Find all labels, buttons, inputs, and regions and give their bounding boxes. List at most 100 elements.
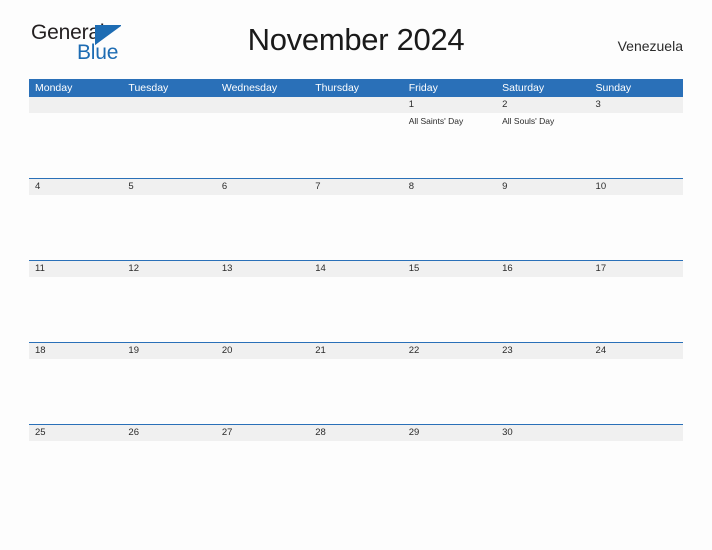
day-number[interactable]: 8 [403, 179, 496, 195]
week-event-band [29, 277, 683, 342]
day-number[interactable]: 13 [216, 261, 309, 277]
day-cell[interactable] [403, 441, 496, 506]
day-number [216, 97, 309, 113]
holiday-label: All Souls' Day [502, 116, 555, 126]
day-cell[interactable]: All Souls' Day [496, 113, 589, 178]
day-number[interactable]: 9 [496, 179, 589, 195]
week-event-band [29, 441, 683, 506]
day-cell [590, 441, 683, 506]
day-cell[interactable] [309, 359, 402, 424]
day-cell[interactable] [29, 359, 122, 424]
day-number[interactable]: 20 [216, 343, 309, 359]
day-number[interactable]: 11 [29, 261, 122, 277]
region-label: Venezuela [617, 38, 683, 54]
day-cell[interactable] [496, 441, 589, 506]
day-number[interactable]: 17 [590, 261, 683, 277]
day-number[interactable]: 10 [590, 179, 683, 195]
day-number[interactable]: 23 [496, 343, 589, 359]
day-number[interactable]: 1 [403, 97, 496, 113]
day-cell[interactable] [216, 277, 309, 342]
week-event-band [29, 359, 683, 424]
day-cell[interactable] [309, 441, 402, 506]
weekday-thursday: Thursday [315, 82, 360, 94]
day-cell[interactable] [216, 441, 309, 506]
day-number[interactable]: 29 [403, 425, 496, 441]
holiday-label: All Saints' Day [408, 116, 464, 126]
week-date-band: 123 [29, 97, 683, 113]
day-number[interactable]: 30 [496, 425, 589, 441]
week-date-band: 4 5 6 7 8 9 10 [29, 179, 683, 195]
day-cell[interactable] [590, 359, 683, 424]
page-title: November 2024 [247, 22, 465, 57]
week-event-band [29, 195, 683, 260]
day-number [309, 97, 402, 113]
weekday-friday: Friday [408, 82, 438, 94]
day-number[interactable]: 26 [122, 425, 215, 441]
day-cell[interactable] [122, 277, 215, 342]
day-number[interactable]: 6 [216, 179, 309, 195]
day-cell[interactable]: All Saints' Day [403, 113, 496, 178]
calendar-week-row: 18 19 20 21 22 23 24 [29, 342, 683, 424]
day-cell[interactable] [496, 195, 589, 260]
calendar-week-row: 11 12 13 14 15 16 17 [29, 260, 683, 342]
day-number[interactable]: 27 [216, 425, 309, 441]
day-number[interactable]: 18 [29, 343, 122, 359]
day-number[interactable]: 19 [122, 343, 215, 359]
day-cell[interactable] [29, 277, 122, 342]
day-number[interactable]: 28 [309, 425, 402, 441]
week-date-band: 18 19 20 21 22 23 24 [29, 343, 683, 359]
day-number[interactable]: 14 [309, 261, 402, 277]
day-cell[interactable] [590, 195, 683, 260]
day-number[interactable]: 25 [29, 425, 122, 441]
page-header: General Blue November 2024 Venezuela [29, 0, 683, 63]
calendar-grid: Monday Tuesday Wednesday Thursday Friday… [29, 79, 683, 506]
weekday-tuesday: Tuesday [128, 82, 169, 94]
week-event-band: All Saints' Day All Souls' Day [29, 113, 683, 178]
week-date-band: 11 12 13 14 15 16 17 [29, 261, 683, 277]
day-cell[interactable] [403, 195, 496, 260]
day-number[interactable]: 24 [590, 343, 683, 359]
day-cell [216, 113, 309, 178]
day-cell [309, 113, 402, 178]
day-number[interactable]: 3 [590, 97, 683, 113]
day-cell [122, 113, 215, 178]
day-number[interactable]: 7 [309, 179, 402, 195]
day-cell [29, 113, 122, 178]
day-number [590, 425, 683, 441]
weekday-monday: Monday [35, 82, 73, 94]
day-number[interactable]: 22 [403, 343, 496, 359]
day-cell[interactable] [122, 195, 215, 260]
day-cell[interactable] [496, 277, 589, 342]
calendar-week-row: 25 26 27 28 29 30 [29, 424, 683, 506]
day-cell[interactable] [309, 195, 402, 260]
day-cell[interactable] [122, 359, 215, 424]
day-cell[interactable] [216, 359, 309, 424]
calendar-week-row: 4 5 6 7 8 9 10 [29, 178, 683, 260]
day-number [29, 97, 122, 113]
day-number[interactable]: 2 [496, 97, 589, 113]
day-number[interactable]: 4 [29, 179, 122, 195]
day-cell[interactable] [403, 277, 496, 342]
day-cell[interactable] [122, 441, 215, 506]
weekday-wednesday: Wednesday [221, 82, 278, 94]
weekday-sunday: Sunday [595, 82, 632, 94]
week-date-band: 25 26 27 28 29 30 [29, 425, 683, 441]
day-cell[interactable] [29, 441, 122, 506]
day-number [122, 97, 215, 113]
calendar-weeks: 1 2 3 All Saints' Day All Souls' Day 4 5 6 7 8 9 10… [29, 97, 683, 506]
day-cell[interactable] [403, 359, 496, 424]
calendar-page: General Blue November 2024 Venezuela Mon… [0, 0, 712, 550]
day-cell[interactable] [496, 359, 589, 424]
day-number[interactable]: 5 [122, 179, 215, 195]
day-number[interactable]: 15 [403, 261, 496, 277]
day-number[interactable]: 16 [496, 261, 589, 277]
weekday-saturday: Saturday [502, 82, 545, 94]
day-cell[interactable] [590, 113, 683, 178]
day-cell[interactable] [309, 277, 402, 342]
day-number[interactable]: 21 [309, 343, 402, 359]
day-cell[interactable] [216, 195, 309, 260]
day-cell[interactable] [29, 195, 122, 260]
calendar-week-row: 1 2 3 All Saints' Day All Souls' Day [29, 97, 683, 178]
day-cell[interactable] [590, 277, 683, 342]
day-number[interactable]: 12 [122, 261, 215, 277]
